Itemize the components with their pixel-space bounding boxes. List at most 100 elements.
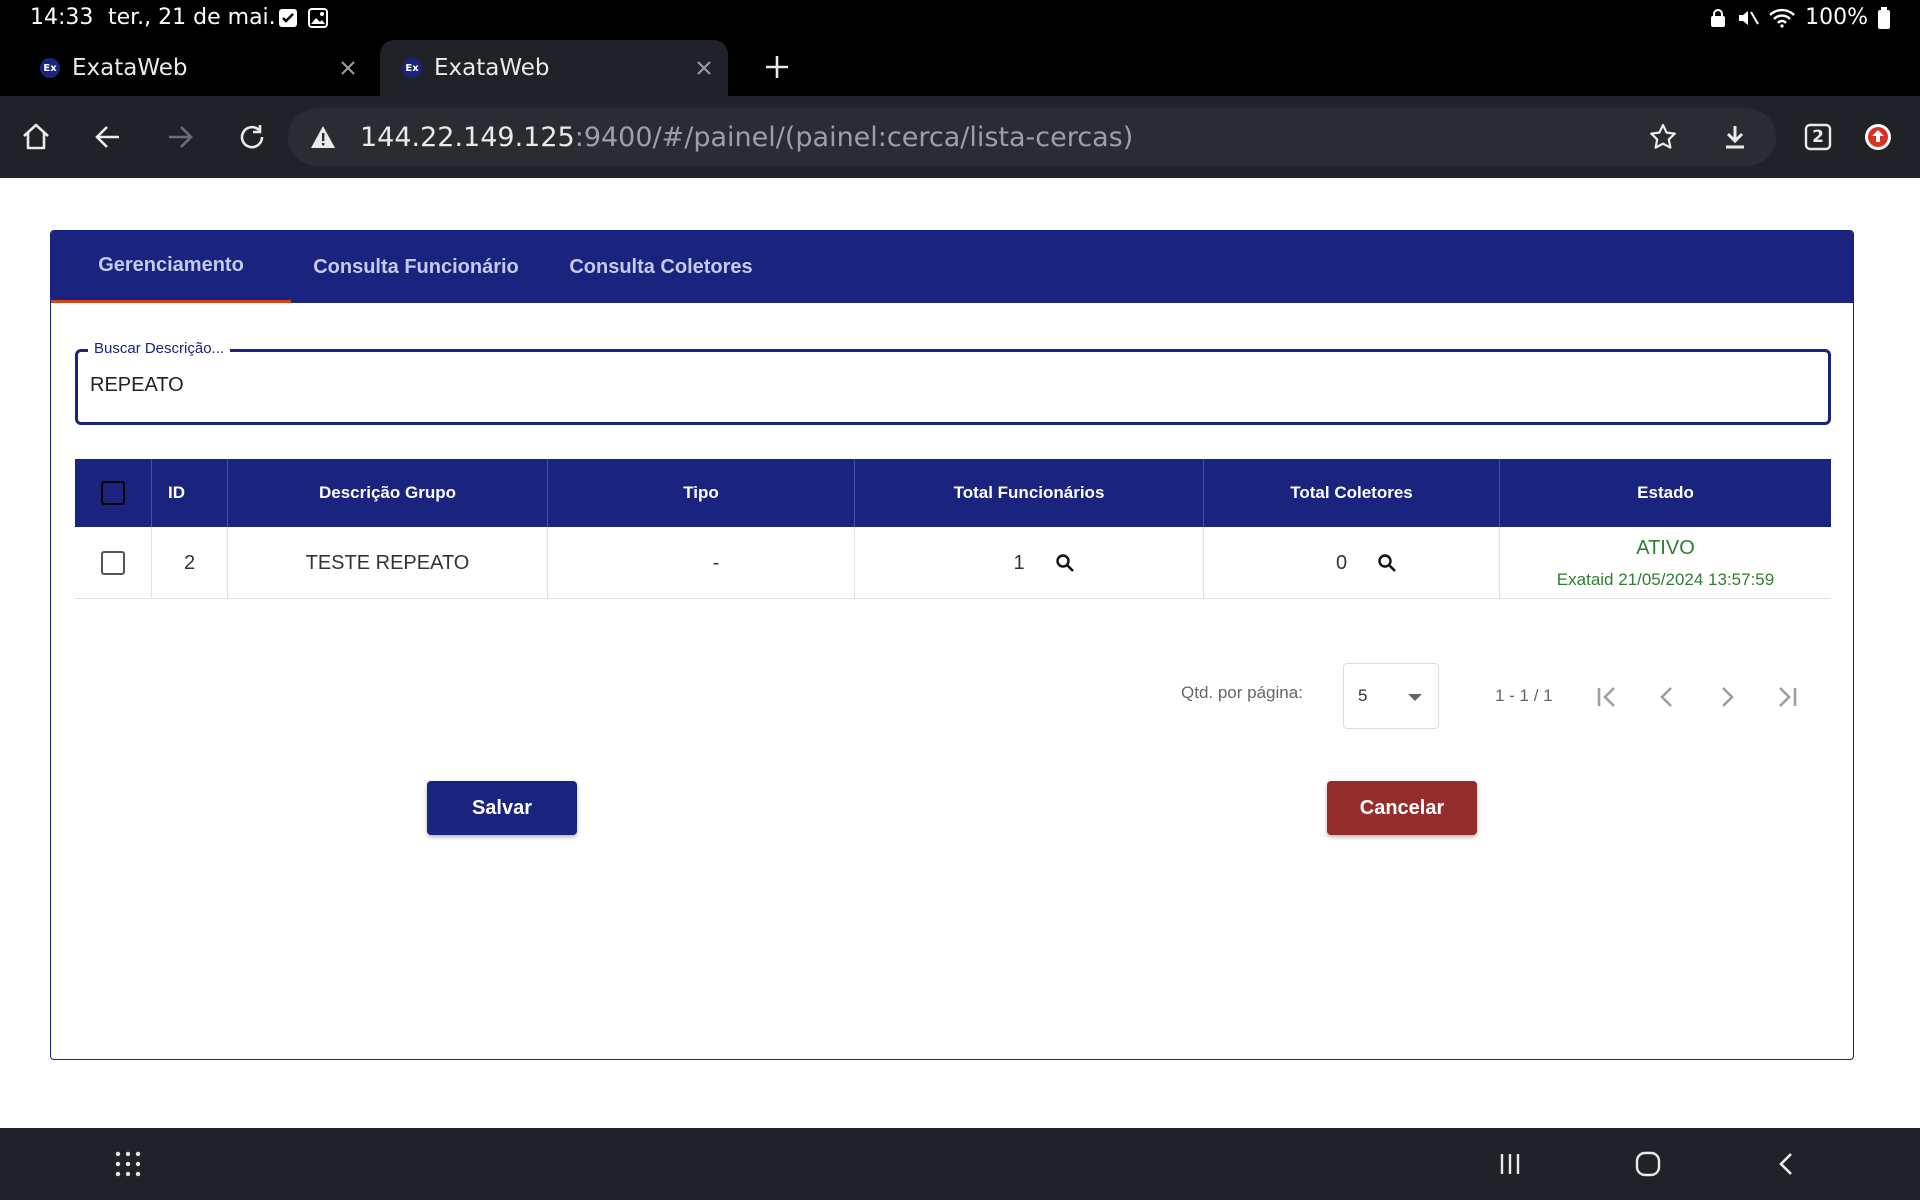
cell-tipo: - <box>547 527 854 599</box>
chevron-right-icon <box>1722 687 1734 707</box>
row-checkbox[interactable] <box>101 551 125 575</box>
account-button[interactable] <box>1858 117 1898 157</box>
previous-page-button[interactable] <box>1647 677 1687 717</box>
total-funcionarios-value: 1 <box>1013 551 1025 574</box>
status-detail: Exataid 21/05/2024 13:57:59 <box>1556 569 1775 589</box>
groups-table: ID Descrição Grupo Tipo Total Funcionári… <box>75 459 1831 599</box>
wifi-icon <box>1769 8 1795 28</box>
table-row: 2 TESTE REPEATO - 1 0 ATIVO Exataid 21/0… <box>75 527 1831 599</box>
search-field: Buscar Descrição... <box>75 340 1831 425</box>
recent-apps-button[interactable] <box>1492 1146 1528 1182</box>
back-button[interactable] <box>88 117 128 157</box>
row-select-cell <box>75 527 151 599</box>
browser-tab-title: ExataWeb <box>434 55 550 81</box>
home-icon <box>23 123 49 150</box>
cell-estado: ATIVO Exataid 21/05/2024 13:57:59 <box>1499 527 1831 599</box>
browser-tab-2[interactable]: Ex ExataWeb <box>380 40 728 96</box>
reload-button[interactable] <box>232 117 272 157</box>
android-nav-bar <box>0 1128 1920 1200</box>
save-button[interactable]: Salvar <box>427 781 577 835</box>
browser-tab-1[interactable]: Ex ExataWeb <box>18 40 372 96</box>
browser-tab-strip: Ex ExataWeb Ex ExataWeb <box>0 36 1920 96</box>
last-page-button[interactable] <box>1767 677 1807 717</box>
search-icon[interactable] <box>1377 553 1397 573</box>
header-total-funcionarios[interactable]: Total Funcionários <box>854 459 1203 527</box>
tab-bar: Gerenciamento Consulta Funcionário Consu… <box>51 231 1853 303</box>
close-tab-icon[interactable] <box>336 56 360 80</box>
dropdown-arrow-icon <box>1408 694 1422 701</box>
status-right-group: 100% <box>1709 5 1890 30</box>
status-time: 14:33 <box>30 5 94 30</box>
page-size-select[interactable]: 5 <box>1343 663 1439 729</box>
web-page: Gerenciamento Consulta Funcionário Consu… <box>0 178 1920 1128</box>
status-badge: ATIVO <box>1636 536 1695 559</box>
update-arrow-icon <box>1865 124 1891 150</box>
header-id[interactable]: ID <box>151 459 227 527</box>
browser-tab-title: ExataWeb <box>72 55 188 81</box>
exataweb-favicon-icon: Ex <box>40 58 60 78</box>
image-notification-icon <box>308 8 328 28</box>
select-all-checkbox[interactable] <box>101 481 125 505</box>
total-coletores-value: 0 <box>1335 551 1348 574</box>
home-nav-button[interactable] <box>1630 1146 1666 1182</box>
header-select-cell <box>75 459 151 527</box>
cell-total-funcionarios: 1 <box>854 527 1203 599</box>
back-nav-button[interactable] <box>1768 1146 1804 1182</box>
tab-switcher-button[interactable]: 2 <box>1798 117 1838 157</box>
close-tab-icon[interactable] <box>692 56 716 80</box>
tab-count: 2 <box>1812 127 1824 147</box>
new-tab-icon[interactable] <box>760 50 794 84</box>
header-descricao[interactable]: Descrição Grupo <box>227 459 547 527</box>
home-circle-icon <box>1635 1151 1661 1177</box>
forward-button[interactable] <box>160 117 200 157</box>
first-page-button[interactable] <box>1587 677 1627 717</box>
recent-apps-icon <box>1500 1154 1520 1174</box>
home-button[interactable] <box>16 117 56 157</box>
reload-icon <box>240 125 264 149</box>
header-estado[interactable]: Estado <box>1499 459 1831 527</box>
tab-consulta-coletores[interactable]: Consulta Coletores <box>541 231 781 303</box>
search-input[interactable] <box>90 374 1790 397</box>
checkbox-notification-icon <box>279 9 297 27</box>
cell-descricao: TESTE REPEATO <box>227 527 547 599</box>
url-host: 144.22.149.125 <box>360 122 575 153</box>
bookmark-star-icon[interactable] <box>1648 122 1678 152</box>
chevron-left-icon <box>1779 1153 1792 1175</box>
arrow-right-icon <box>169 126 193 148</box>
tab-gerenciamento[interactable]: Gerenciamento <box>51 231 291 303</box>
app-drawer-button[interactable] <box>110 1146 146 1182</box>
chevron-left-icon <box>1660 687 1672 707</box>
apps-grid-icon <box>115 1151 141 1177</box>
browser-toolbar: 144.22.149.125:9400/#/painel/(painel:cer… <box>0 96 1920 178</box>
arrow-left-icon <box>95 126 119 148</box>
lock-icon <box>1711 8 1726 27</box>
cancel-button[interactable]: Cancelar <box>1327 781 1477 835</box>
status-date: ter., 21 de mai. <box>108 5 276 30</box>
status-block: ATIVO Exataid 21/05/2024 13:57:59 <box>1557 537 1774 590</box>
page-size-label: Qtd. por página: <box>1181 683 1303 702</box>
cell-id: 2 <box>151 527 227 599</box>
search-label: Buscar Descrição... <box>88 340 231 357</box>
search-icon[interactable] <box>1055 553 1075 573</box>
warning-icon[interactable] <box>310 124 336 150</box>
battery-icon <box>1878 6 1890 29</box>
first-page-icon <box>1597 687 1615 707</box>
page-size-value: 5 <box>1358 686 1368 705</box>
download-icon[interactable] <box>1720 122 1750 152</box>
url-path: :9400/#/painel/(painel:cerca/lista-cerca… <box>574 122 1134 153</box>
paginator: Qtd. por página: 5 1 - 1 / 1 <box>75 663 1831 729</box>
table-header: ID Descrição Grupo Tipo Total Funcionári… <box>75 459 1831 527</box>
cell-total-coletores: 0 <box>1203 527 1499 599</box>
address-bar[interactable]: 144.22.149.125:9400/#/painel/(painel:cer… <box>288 108 1776 166</box>
tab-consulta-funcionario[interactable]: Consulta Funcionário <box>291 231 541 303</box>
battery-percent: 100% <box>1805 5 1868 30</box>
header-tipo[interactable]: Tipo <box>547 459 854 527</box>
status-bar: 14:33 ter., 21 de mai. 100% <box>0 0 1920 36</box>
last-page-icon <box>1779 687 1797 707</box>
header-total-coletores[interactable]: Total Coletores <box>1203 459 1499 527</box>
exataweb-favicon-icon: Ex <box>402 58 422 78</box>
page-range: 1 - 1 / 1 <box>1495 686 1553 705</box>
url-text: 144.22.149.125:9400/#/painel/(painel:cer… <box>360 122 1133 153</box>
main-panel: Gerenciamento Consulta Funcionário Consu… <box>50 230 1854 1060</box>
next-page-button[interactable] <box>1707 677 1747 717</box>
